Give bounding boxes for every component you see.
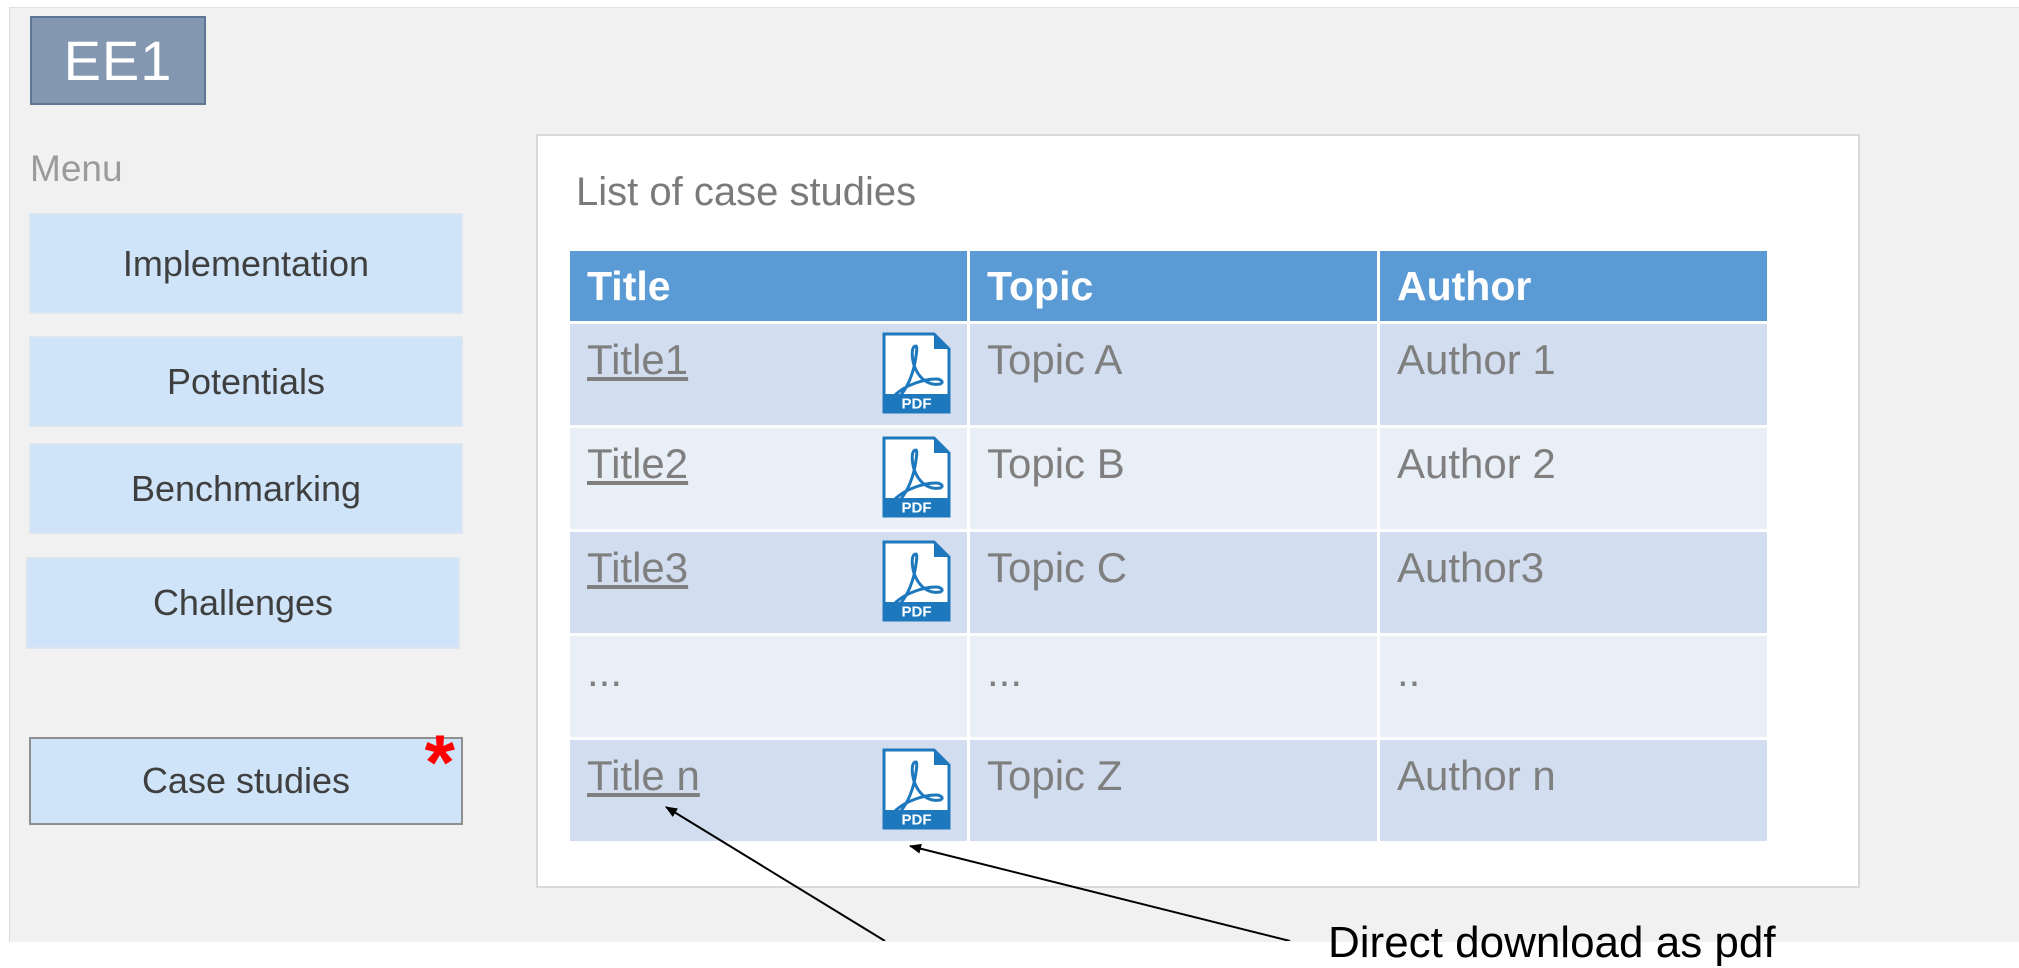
panel-title: List of case studies [576,170,917,214]
topic-cell: Topic C [967,529,1380,636]
author-cell: Author3 [1377,529,1770,636]
pdf-download-icon[interactable]: PDF [882,540,951,622]
topic-cell: Topic Z [967,737,1380,844]
pdf-icon-label: PDF [902,812,932,829]
pdf-download-icon[interactable]: PDF [882,436,951,518]
case-studies-table: Title Topic Author Title1 PDF Topic A Au… [567,248,1770,844]
author-cell: Author 2 [1377,425,1770,532]
annotation-label: Direct download as pdf [1328,918,1776,967]
table-header-row: Title Topic Author [567,248,1770,324]
column-header-topic[interactable]: Topic [967,248,1380,324]
title-cell: ... [567,633,970,740]
author-cell: Author n [1377,737,1770,844]
menu-item-benchmarking[interactable]: Benchmarking [29,443,463,534]
menu-item-case-studies-label: Case studies [141,760,351,801]
column-header-author[interactable]: Author [1377,248,1770,324]
case-title-link[interactable]: Title3 [587,544,688,591]
title-cell: Title3 PDF [567,529,970,636]
title-cell: Title1 PDF [567,321,970,428]
pdf-icon-label: PDF [902,396,932,413]
pdf-icon-label: PDF [902,604,932,621]
case-title-link[interactable]: Title1 [587,336,688,383]
menu-item-potentials[interactable]: Potentials [29,336,463,427]
table-row: Title n PDF Topic Z Author n [567,737,1770,844]
pdf-download-icon[interactable]: PDF [882,332,951,414]
topic-cell: ... [967,633,1380,740]
topic-cell: Topic B [967,425,1380,532]
menu-item-challenges[interactable]: Challenges [26,557,460,649]
menu-item-implementation[interactable]: Implementation [29,213,463,314]
table-row: Title2 PDF Topic B Author 2 [567,425,1770,532]
title-cell: Title n PDF [567,737,970,844]
title-cell: Title2 PDF [567,425,970,532]
pdf-icon-label: PDF [902,500,932,517]
app-logo[interactable]: EE1 [30,16,206,105]
table-row: Title1 PDF Topic A Author 1 [567,321,1770,428]
author-cell: Author 1 [1377,321,1770,428]
pdf-download-icon[interactable]: PDF [882,748,951,830]
case-title-link[interactable]: Title2 [587,440,688,487]
topic-cell: Topic A [967,321,1380,428]
table-row: ... ... .. [567,633,1770,740]
column-header-title[interactable]: Title [567,248,970,324]
selected-marker: * [424,718,455,806]
author-cell: .. [1377,633,1770,740]
table-row: Title3 PDF Topic C Author3 [567,529,1770,636]
menu-item-case-studies[interactable]: Case studies * [29,723,463,825]
menu-title: Menu [30,148,123,189]
case-title-link[interactable]: Title n [587,752,700,799]
